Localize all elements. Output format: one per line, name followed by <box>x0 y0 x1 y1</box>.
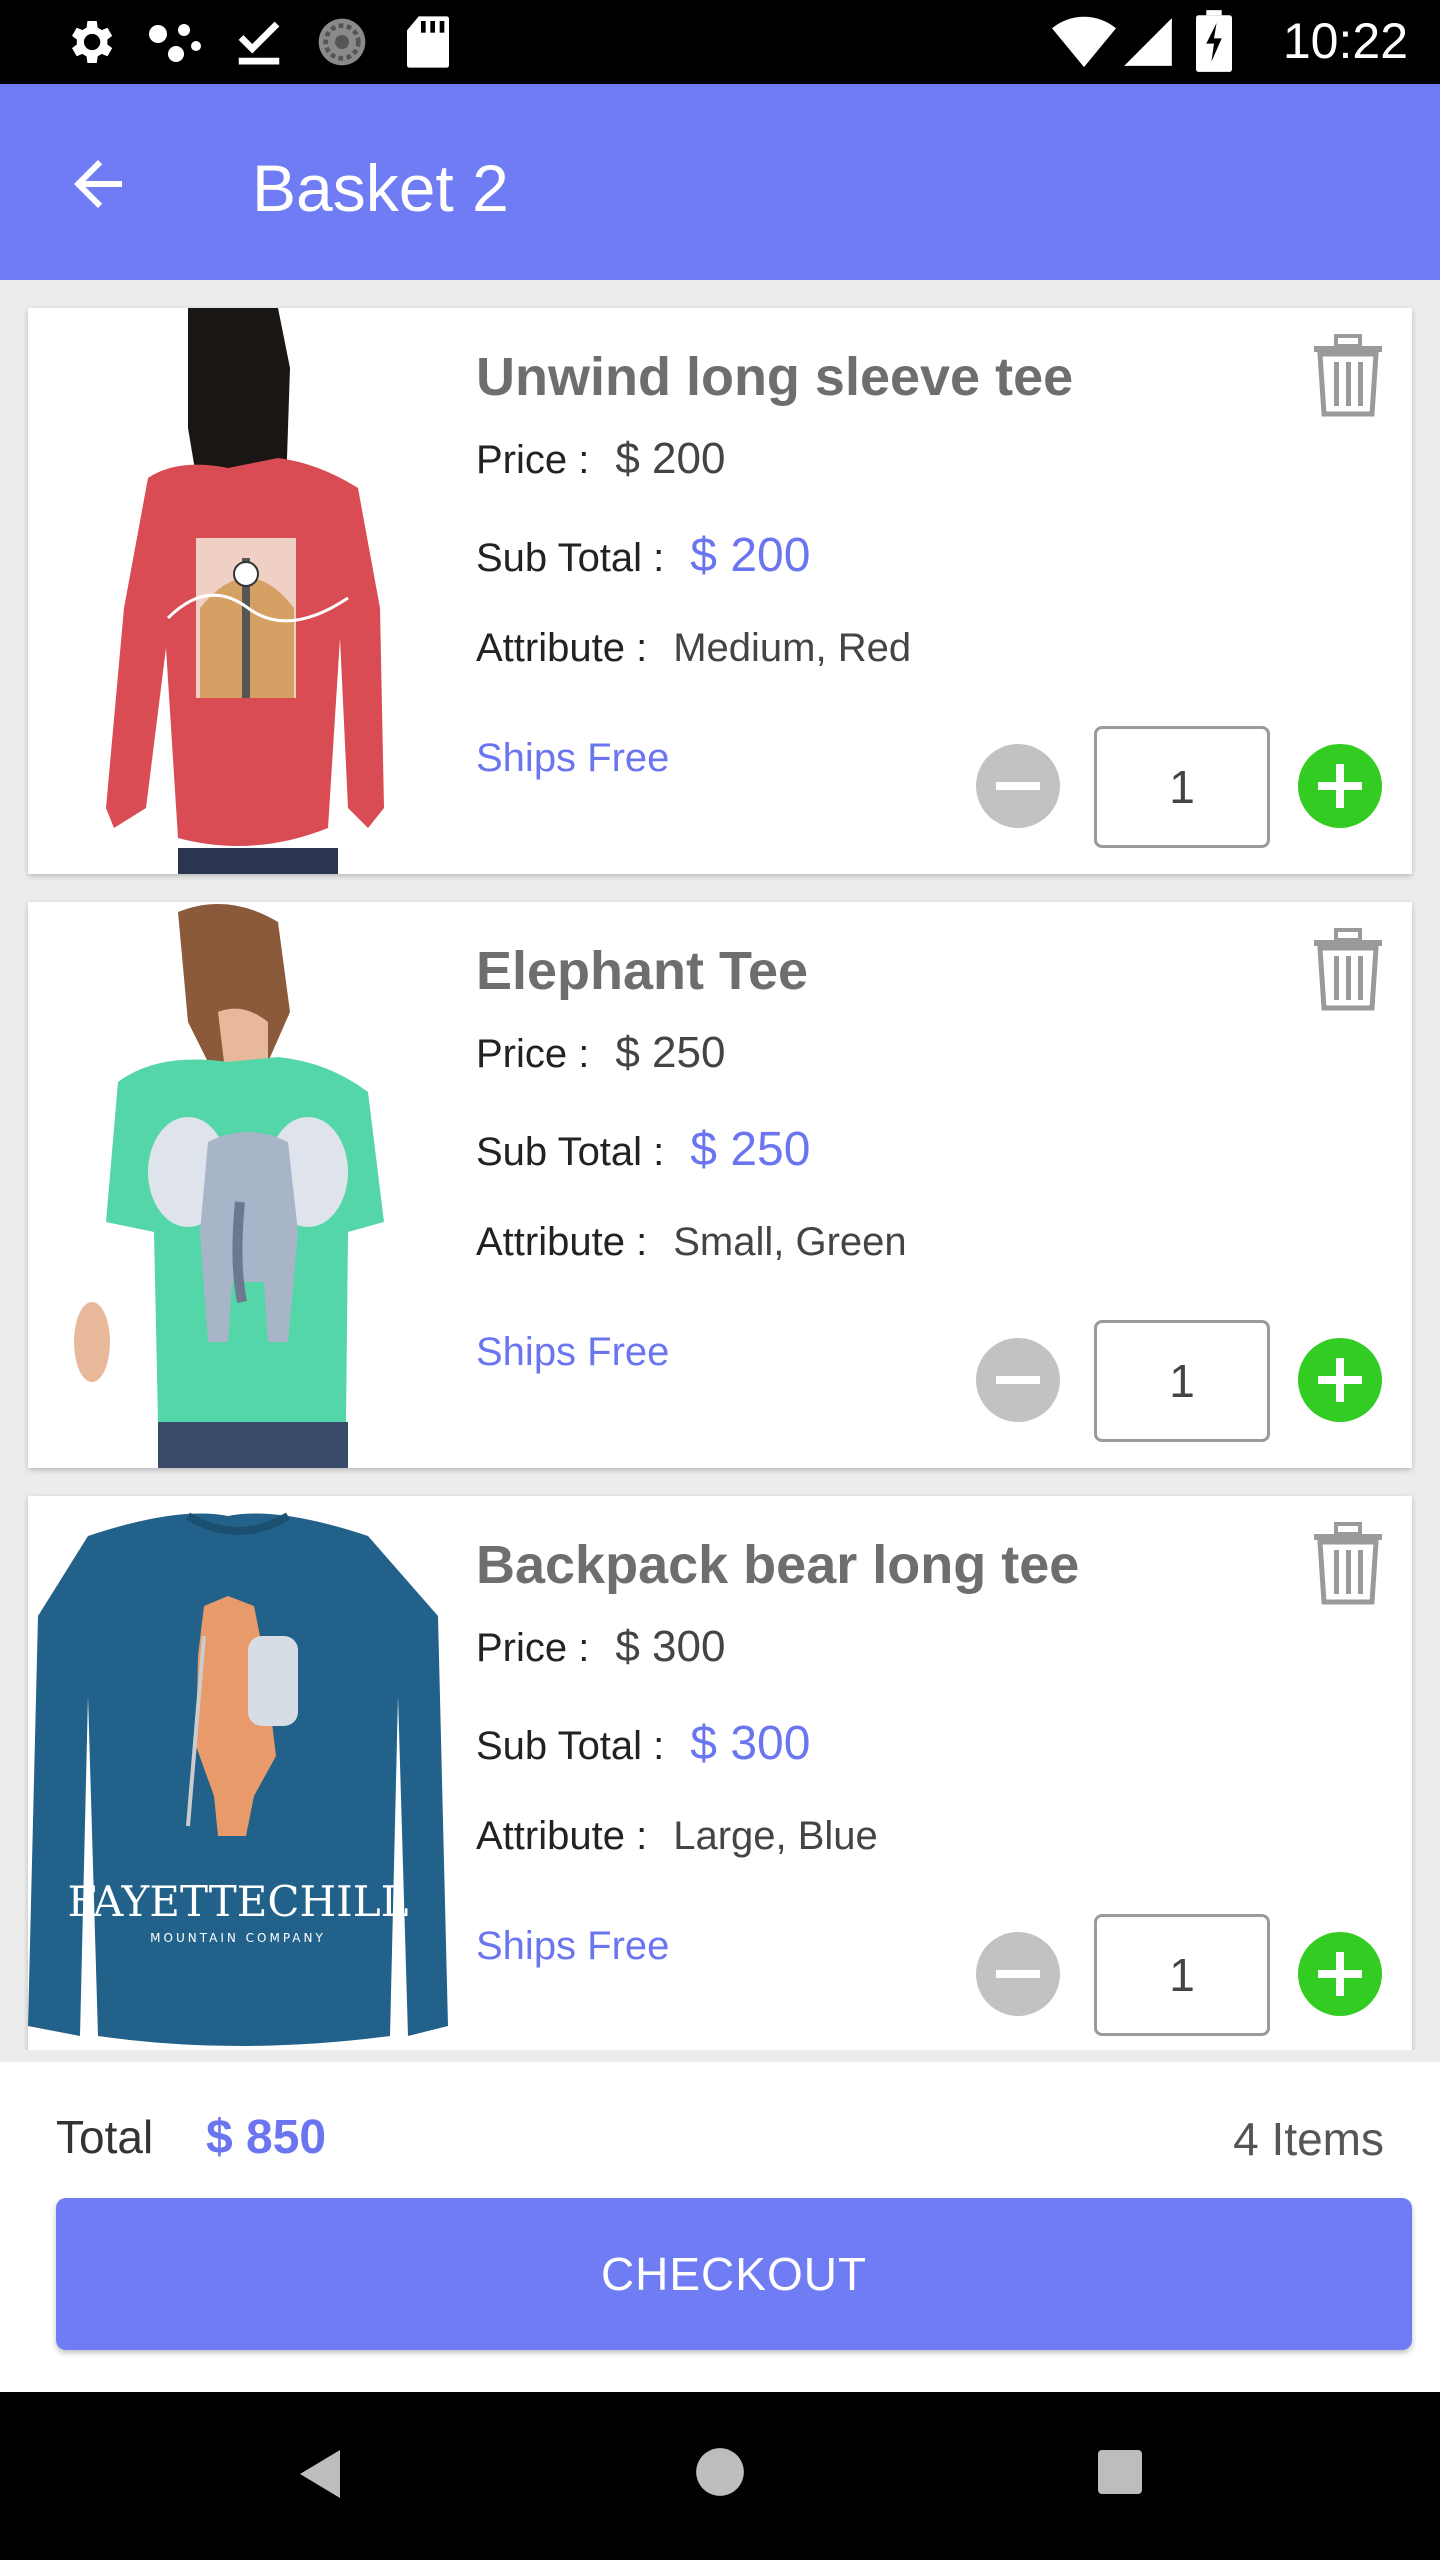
trash-icon[interactable] <box>1308 334 1388 418</box>
price-value: $ 200 <box>615 434 726 483</box>
status-bar: 10:22 <box>0 0 1440 84</box>
product-image[interactable] <box>28 902 448 1468</box>
app-bar: Basket 2 <box>0 84 1440 280</box>
arrow-back-icon[interactable] <box>62 148 134 220</box>
attribute-label: Attribute : <box>476 1814 648 1858</box>
price-row: Price : $ 200 <box>476 434 725 484</box>
price-label: Price : <box>476 1032 590 1076</box>
decrease-quantity-button[interactable] <box>976 1932 1060 2016</box>
trash-icon[interactable] <box>1308 1522 1388 1606</box>
price-row: Price : $ 300 <box>476 1622 725 1672</box>
page-title: Basket 2 <box>252 151 509 225</box>
price-value: $ 250 <box>615 1028 726 1077</box>
check-download-icon <box>238 21 280 65</box>
price-label: Price : <box>476 438 590 482</box>
sd-card-icon <box>407 16 449 68</box>
wifi-icon <box>1052 16 1116 68</box>
attribute-label: Attribute : <box>476 1220 648 1264</box>
shipping-info: Ships Free <box>476 736 670 780</box>
subtotal-label: Sub Total : <box>476 1724 665 1768</box>
attribute-label: Attribute : <box>476 626 648 670</box>
subtotal-label: Sub Total : <box>476 1130 665 1174</box>
total-value: $ 850 <box>206 2111 327 2164</box>
home-circle-icon[interactable] <box>694 2446 746 2498</box>
quantity-field[interactable]: 1 <box>1094 1320 1270 1442</box>
price-label: Price : <box>476 1626 590 1670</box>
signal-icon <box>1124 18 1172 66</box>
subtotal-row: Sub Total : $ 200 <box>476 528 810 583</box>
total-label: Total <box>56 2111 154 2163</box>
settings-icon <box>72 21 113 63</box>
attribute-value: Small, Green <box>673 1220 907 1264</box>
dots-icon <box>149 24 201 62</box>
quantity-field[interactable]: 1 <box>1094 1914 1270 2036</box>
sync-icon <box>318 18 366 66</box>
cart-list[interactable]: Unwind long sleeve tee Price : $ 200 Sub… <box>0 280 1440 2050</box>
product-image[interactable]: FAYETTECHILL MOUNTAIN COMPANY <box>28 1496 448 2050</box>
cart-item-card: Elephant Tee Price : $ 250 Sub Total : $… <box>28 902 1412 1468</box>
image-brand-subtext: MOUNTAIN COMPANY <box>150 1931 326 1945</box>
attribute-row: Attribute : Small, Green <box>476 1220 907 1265</box>
subtotal-value: $ 300 <box>690 1717 811 1770</box>
product-name: Backpack bear long tee <box>476 1535 1080 1595</box>
shipping-info: Ships Free <box>476 1330 670 1374</box>
increase-quantity-button[interactable] <box>1298 744 1382 828</box>
trash-icon[interactable] <box>1308 928 1388 1012</box>
checkout-footer: Total $ 850 4 Items CHECKOUT <box>0 2062 1440 2392</box>
battery-charging-icon <box>1196 10 1232 72</box>
subtotal-label: Sub Total : <box>476 536 665 580</box>
price-row: Price : $ 250 <box>476 1028 725 1078</box>
cart-item-card: Unwind long sleeve tee Price : $ 200 Sub… <box>28 308 1412 874</box>
items-count: 4 Items <box>1233 2113 1384 2165</box>
attribute-row: Attribute : Large, Blue <box>476 1814 878 1859</box>
price-value: $ 300 <box>615 1622 726 1671</box>
subtotal-row: Sub Total : $ 300 <box>476 1716 810 1771</box>
checkout-button[interactable]: CHECKOUT <box>56 2198 1412 2350</box>
quantity-field[interactable]: 1 <box>1094 726 1270 848</box>
subtotal-row: Sub Total : $ 250 <box>476 1122 810 1177</box>
subtotal-value: $ 200 <box>690 529 811 582</box>
subtotal-value: $ 250 <box>690 1123 811 1176</box>
increase-quantity-button[interactable] <box>1298 1932 1382 2016</box>
product-name: Unwind long sleeve tee <box>476 347 1074 407</box>
system-nav-bar <box>0 2392 1440 2560</box>
product-image[interactable] <box>28 308 448 874</box>
back-triangle-icon[interactable] <box>296 2446 344 2502</box>
attribute-value: Medium, Red <box>673 626 912 670</box>
product-name: Elephant Tee <box>476 941 809 1001</box>
attribute-value: Large, Blue <box>673 1814 878 1858</box>
decrease-quantity-button[interactable] <box>976 744 1060 828</box>
image-brand-text: FAYETTECHILL <box>67 1877 408 1926</box>
shipping-info: Ships Free <box>476 1924 670 1968</box>
attribute-row: Attribute : Medium, Red <box>476 626 911 671</box>
clock: 10:22 <box>1282 13 1408 69</box>
decrease-quantity-button[interactable] <box>976 1338 1060 1422</box>
cart-item-card: FAYETTECHILL MOUNTAIN COMPANY Backpack b… <box>28 1496 1412 2050</box>
increase-quantity-button[interactable] <box>1298 1338 1382 1422</box>
recents-square-icon[interactable] <box>1096 2448 1144 2496</box>
